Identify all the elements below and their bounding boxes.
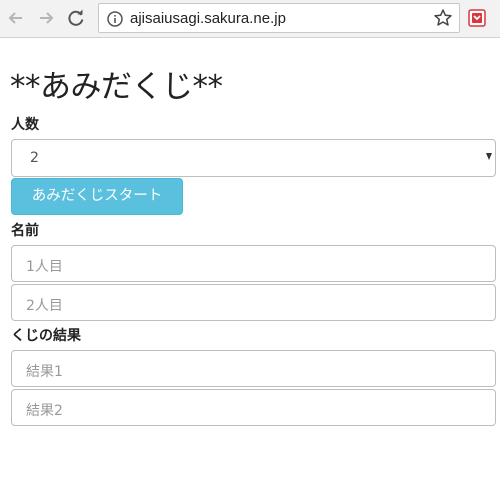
address-bar[interactable]: ajisaiusagi.sakura.ne.jp (98, 3, 460, 33)
page-title: **あみだくじ** (10, 69, 223, 105)
result-input-2-placeholder: 結果2 (26, 403, 63, 419)
name-input-2[interactable]: 2人目 (11, 284, 496, 321)
chevron-down-icon (486, 153, 492, 160)
url-text[interactable]: ajisaiusagi.sakura.ne.jp (130, 10, 286, 27)
forward-arrow-icon (40, 12, 54, 24)
people-select[interactable]: 2 (11, 139, 496, 177)
name-input-1-placeholder: 1人目 (26, 259, 63, 275)
reload-icon (68, 9, 84, 26)
people-select-value: 2 (30, 150, 39, 166)
name-input-2-placeholder: 2人目 (26, 298, 63, 314)
result-input-2[interactable]: 結果2 (11, 389, 496, 426)
page-content: **あみだくじ** 人数 2 あみだくじスタート 名前 1人目 2人目 くじの結… (0, 39, 500, 499)
back-arrow-icon (8, 12, 22, 24)
browser-toolbar: ajisaiusagi.sakura.ne.jp (0, 0, 500, 38)
name-input-1[interactable]: 1人目 (11, 245, 496, 282)
extension-icon[interactable] (467, 8, 487, 28)
result-input-1[interactable]: 結果1 (11, 350, 496, 387)
names-label: 名前 (11, 223, 39, 239)
back-button[interactable] (4, 6, 28, 30)
start-button[interactable]: あみだくじスタート (11, 178, 183, 215)
people-label: 人数 (11, 117, 39, 133)
forward-button[interactable] (34, 6, 58, 30)
results-label: くじの結果 (11, 328, 81, 344)
star-icon[interactable] (433, 8, 453, 28)
info-icon[interactable] (107, 11, 123, 27)
reload-button[interactable] (64, 6, 88, 30)
result-input-1-placeholder: 結果1 (26, 364, 63, 380)
